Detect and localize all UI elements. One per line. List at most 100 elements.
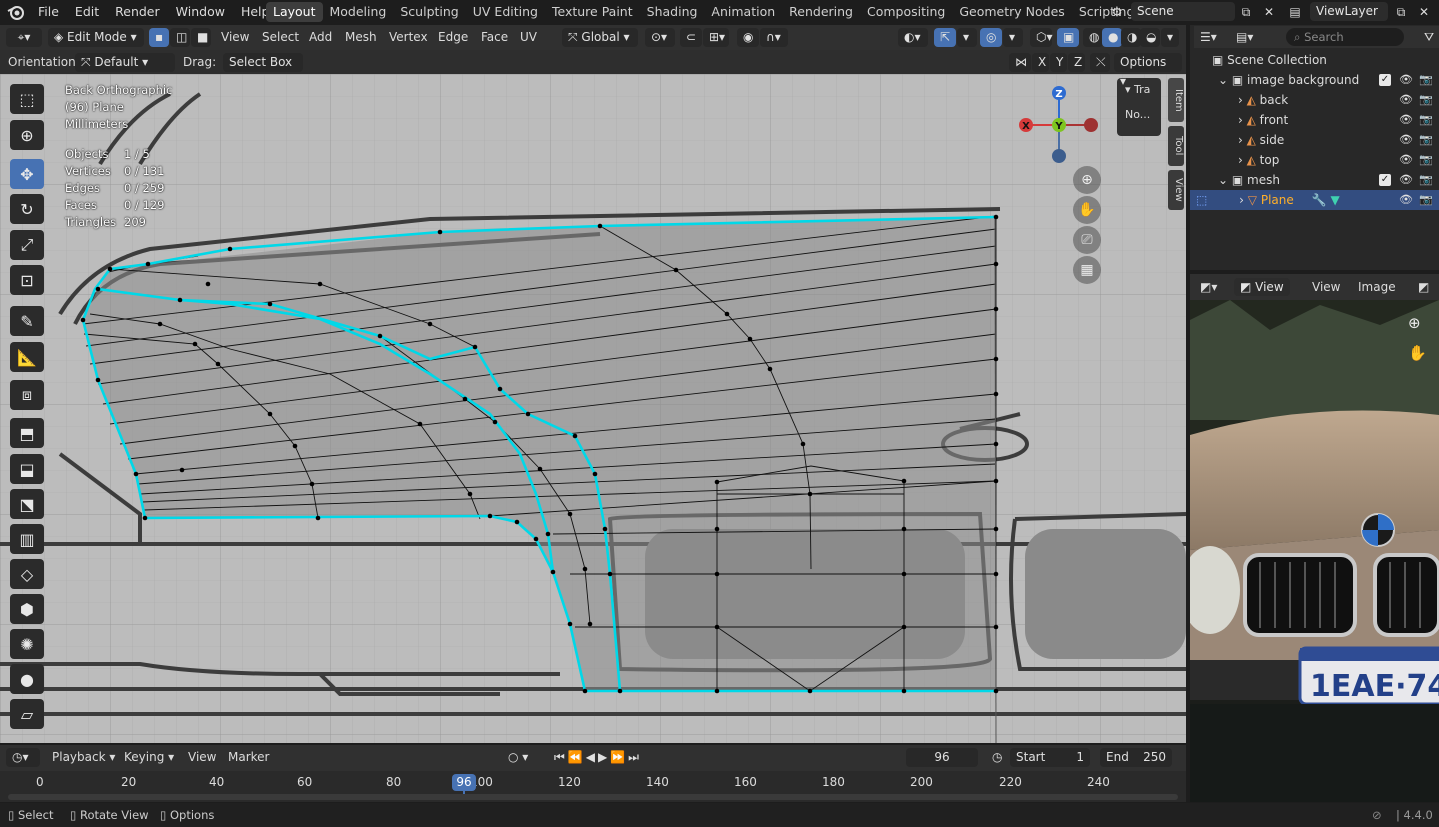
camera-view-icon[interactable]: ⎚ [1073, 226, 1101, 254]
material-shading-icon[interactable]: ◑ [1121, 28, 1141, 47]
visibility-eye-icon[interactable]: 👁 [1399, 74, 1413, 86]
visibility-eye-icon[interactable]: 👁 [1399, 174, 1413, 186]
3d-viewport[interactable]: Back Orthographic (96) Plane Millimeters… [0, 74, 1186, 743]
mirror-y-toggle[interactable]: Y [1050, 53, 1067, 72]
rotate-tool-icon[interactable]: ↻ [10, 194, 44, 224]
render-camera-icon[interactable]: 📷 [1419, 134, 1433, 146]
mirror-x-toggle[interactable]: X [1032, 53, 1049, 72]
current-frame-field[interactable]: 96 [906, 748, 978, 767]
poly-build-icon[interactable]: ⬢ [10, 594, 44, 624]
expand-arrow-icon[interactable]: ⌄ [1218, 173, 1232, 187]
expand-arrow-icon[interactable]: › [1238, 113, 1247, 127]
timeline-menu-keying[interactable]: Keying ▾ [124, 748, 174, 767]
zoom-icon[interactable]: ⊕ [1073, 166, 1101, 194]
menu-add[interactable]: Add [309, 28, 332, 47]
tab-shading[interactable]: Shading [640, 2, 705, 22]
menu-file[interactable]: File [30, 0, 67, 24]
transform-orientation-selector[interactable]: ⤧ Global ▾ [562, 28, 638, 47]
new-scene-icon[interactable]: ⧉ [1237, 2, 1255, 22]
menu-select[interactable]: Select [262, 28, 299, 47]
gizmo-neg-x-axis[interactable] [1084, 118, 1098, 132]
visibility-eye-icon[interactable]: 👁 [1399, 114, 1413, 126]
inset-tool-icon[interactable]: ⬓ [10, 454, 44, 484]
visibility-icon[interactable]: ◐▾ [898, 28, 928, 47]
expand-arrow-icon[interactable]: ⌄ [1218, 73, 1232, 87]
expand-arrow-icon[interactable]: › [1238, 93, 1247, 107]
outliner-search-input[interactable]: ⌕ Search [1286, 28, 1404, 46]
filter-icon[interactable]: ⛛ [1424, 28, 1438, 46]
preview-range-icon[interactable]: ◷ [986, 748, 1006, 767]
playback-controls[interactable]: ⏮⏪◀▶⏩⏭ [548, 748, 666, 767]
bevel-tool-icon[interactable]: ⬔ [10, 489, 44, 519]
blender-logo-icon[interactable] [6, 2, 26, 22]
view-layer-icon[interactable]: ▤ [1284, 2, 1306, 22]
extrude-tool-icon[interactable]: ⬒ [10, 418, 44, 448]
select-box-icon[interactable]: ⬚ [10, 84, 44, 114]
spin-tool-icon[interactable]: ✺ [10, 629, 44, 659]
scale-tool-icon[interactable]: ⤢ [10, 230, 44, 260]
auto-merge-icon[interactable]: ⤬ [1090, 53, 1110, 72]
proportional-edit-icon[interactable]: ◉ [737, 28, 759, 47]
exclude-checkbox[interactable]: ✓ [1379, 74, 1391, 86]
tab-animation[interactable]: Animation [704, 2, 782, 22]
wireframe-shading-icon[interactable]: ◍ [1083, 28, 1103, 47]
overlay-toggle-icon[interactable]: ◎ [980, 28, 1002, 47]
ortho-grid-icon[interactable]: ▦ [1073, 256, 1101, 284]
timeline-editor-type-icon[interactable]: ◷▾ [6, 748, 40, 767]
knife-tool-icon[interactable]: ◇ [10, 559, 44, 589]
tab-item[interactable]: Item [1168, 78, 1184, 122]
menu-mesh[interactable]: Mesh [345, 28, 377, 47]
tab-rendering[interactable]: Rendering [782, 2, 860, 22]
viewport-canvas[interactable] [0, 74, 1186, 743]
mirror-z-toggle[interactable]: Z [1068, 53, 1085, 72]
measure-tool-icon[interactable]: 📐 [10, 342, 44, 372]
exclude-checkbox[interactable]: ✓ [1379, 174, 1391, 186]
tab-sculpting[interactable]: Sculpting [393, 2, 465, 22]
menu-view[interactable]: View [221, 28, 249, 47]
playhead[interactable]: 96 [452, 774, 476, 791]
tab-texture-paint[interactable]: Texture Paint [545, 2, 640, 22]
menu-render[interactable]: Render [107, 0, 168, 24]
panel-collapse-icon[interactable]: ▾ [1125, 83, 1134, 96]
editor-type-button[interactable]: ⌖▾ [6, 28, 42, 47]
shear-tool-icon[interactable]: ▱ [10, 699, 44, 729]
new-view-layer-icon[interactable]: ⧉ [1392, 2, 1410, 22]
tab-geometry-nodes[interactable]: Geometry Nodes [952, 2, 1071, 22]
image-editor-type-icon[interactable]: ◩▾ [1200, 278, 1228, 296]
tab-uv-editing[interactable]: UV Editing [466, 2, 545, 22]
proportional-falloff-icon[interactable]: ∩▾ [760, 28, 788, 47]
menu-face[interactable]: Face [481, 28, 508, 47]
pivot-point-icon[interactable]: ⊙▾ [645, 28, 675, 47]
gizmo-neg-z-axis[interactable] [1052, 149, 1066, 163]
image-menu-image[interactable]: Image [1358, 280, 1396, 294]
scene-collection-row[interactable]: ▣ Scene Collection [1190, 50, 1439, 70]
scene-selector[interactable]: Scene [1131, 2, 1235, 21]
smooth-tool-icon[interactable]: ● [10, 664, 44, 694]
outliner-editor-type-icon[interactable]: ☰▾ [1200, 28, 1230, 46]
timeline-scrollbar[interactable] [8, 794, 1178, 800]
menu-window[interactable]: Window [168, 0, 233, 24]
tab-modeling[interactable]: Modeling [323, 2, 394, 22]
xray-toggle-icon[interactable]: ▣ [1057, 28, 1079, 47]
expand-arrow-icon[interactable]: › [1238, 153, 1247, 167]
visibility-eye-icon[interactable]: 👁 [1399, 94, 1413, 106]
timeline-ruler[interactable]: 0 20 40 60 80 100 120 140 160 180 200 22… [0, 771, 1186, 802]
menu-vertex[interactable]: Vertex [389, 28, 428, 47]
timeline-menu-view[interactable]: View [188, 748, 216, 767]
face-select-icon[interactable]: ■ [191, 28, 211, 47]
delete-scene-icon[interactable]: ✕ [1260, 2, 1278, 22]
navigation-gizmo[interactable]: Z X Y [1015, 84, 1105, 174]
loop-cut-icon[interactable]: ▥ [10, 524, 44, 554]
display-mode-icon[interactable]: ▤▾ [1236, 28, 1266, 46]
render-camera-icon[interactable]: 📷 [1419, 154, 1433, 166]
edge-select-icon[interactable]: ◫ [170, 28, 190, 47]
view-layer-selector[interactable]: ViewLayer [1310, 2, 1388, 21]
expand-arrow-icon[interactable]: › [1238, 133, 1247, 147]
expand-arrow-icon[interactable]: › [1239, 193, 1248, 207]
transform-tool-icon[interactable]: ⊡ [10, 265, 44, 295]
snap-toggle-icon[interactable]: ⊂ [680, 28, 702, 47]
menu-edge[interactable]: Edge [438, 28, 468, 47]
orientation-selector[interactable]: ⤧ Default ▾ [75, 53, 175, 72]
visibility-eye-icon[interactable]: 👁 [1399, 134, 1413, 146]
render-camera-icon[interactable]: 📷 [1419, 94, 1433, 106]
